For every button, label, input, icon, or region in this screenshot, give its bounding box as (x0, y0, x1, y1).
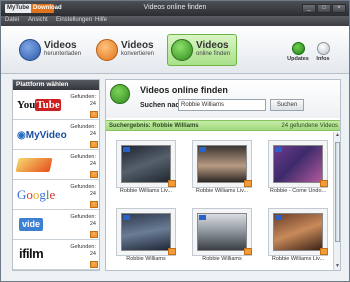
video-thumbnail (197, 145, 247, 183)
updates-label: Updates (287, 56, 309, 62)
video-caption: Robbie - Come Undo... (269, 188, 327, 194)
results-scrollbar[interactable]: ▲ ▼ (333, 132, 340, 270)
video-thumbnail (273, 145, 323, 183)
menu-settings[interactable]: Einstellungen (56, 17, 92, 23)
menu-view[interactable]: Ansicht (28, 17, 48, 23)
title-bar: MyTube Download Videos online finden _ □… (1, 1, 349, 16)
found-label: Gefunden: (70, 94, 96, 100)
video-thumbnail (197, 213, 247, 251)
toolbar: Videos herunterladen Videos konvertieren… (1, 26, 349, 74)
update-icon (291, 42, 305, 55)
info-label: Infos (316, 56, 330, 62)
platform-google[interactable]: Google Gefunden: 24 › (13, 180, 99, 210)
results-query: Suchergebnis: Robbie Williams (109, 123, 199, 129)
found-count: 24 (89, 221, 96, 227)
found-count: 24 (89, 251, 96, 257)
results-bar: Suchergebnis: Robbie Williams 24 gefunde… (106, 120, 340, 131)
convert-sublabel: konvertieren (121, 51, 155, 57)
video-item[interactable]: Robbie Williams (116, 208, 176, 268)
info-button[interactable]: Infos (310, 42, 336, 62)
download-icon (19, 39, 41, 61)
arrow-icon[interactable]: › (90, 261, 98, 268)
google-logo: Google (17, 187, 56, 202)
video-caption: Robbie Williams Liv... (271, 256, 325, 262)
video-caption: Robbie Williams (126, 256, 166, 262)
arrow-icon[interactable]: › (90, 141, 98, 148)
search-input[interactable]: Robbie Williams (178, 99, 266, 111)
scroll-down-icon[interactable]: ▼ (335, 263, 340, 270)
arrow-icon[interactable]: › (90, 111, 98, 118)
found-count: 24 (89, 131, 96, 137)
found-label: Gefunden: (70, 244, 96, 250)
download-videos-button[interactable]: Videos herunterladen (19, 34, 81, 66)
video-item[interactable]: Robbie Williams Liv... (192, 140, 252, 200)
found-label: Gefunden: (70, 124, 96, 130)
results-count: 24 gefundene Videos (281, 123, 338, 129)
video-thumbnail (273, 213, 323, 251)
arrow-icon[interactable] (168, 248, 176, 255)
found-count: 24 (89, 191, 96, 197)
find-videos-button[interactable]: Videos online finden (167, 34, 238, 66)
arrow-icon[interactable] (168, 180, 176, 187)
search-title: Videos online finden (140, 85, 228, 95)
app-window: MyTube Download Videos online finden _ □… (0, 0, 350, 282)
video-item[interactable]: Robbie Williams (192, 208, 252, 268)
window-title: Videos online finden (143, 4, 207, 11)
updates-button[interactable]: Updates (285, 42, 311, 62)
platform-youtube[interactable]: YouTube Gefunden: 24 › (13, 90, 99, 120)
ifilm-logo: ifilm (19, 246, 44, 261)
arrow-icon[interactable]: › (90, 171, 98, 178)
vide-logo: vide (19, 218, 44, 231)
convert-label: Videos (121, 40, 154, 51)
scroll-up-icon[interactable]: ▲ (335, 132, 340, 139)
arrow-icon[interactable] (244, 248, 252, 255)
found-label: Gefunden: (70, 154, 96, 160)
myvideo-logo: ◉MyVideo (17, 130, 67, 141)
download-sublabel: herunterladen (44, 51, 82, 57)
found-count: 24 (89, 101, 96, 107)
platform-panel: Plattform wählen YouTube Gefunden: 24 › ◉… (12, 79, 100, 271)
found-label: Gefunden: (70, 214, 96, 220)
video-item[interactable]: Robbie - Come Undo... (268, 140, 328, 200)
arrow-icon[interactable] (244, 180, 252, 187)
info-icon (316, 42, 330, 55)
arrow-icon[interactable] (320, 248, 328, 255)
search-icon (110, 84, 130, 104)
video-caption: Robbie Williams Liv... (119, 188, 173, 194)
search-button[interactable]: Suchen (270, 99, 304, 111)
find-label: Videos (196, 40, 229, 51)
close-button[interactable]: × (332, 4, 346, 13)
platform-clipfish[interactable]: Gefunden: 24 › (13, 150, 99, 180)
menu-file[interactable]: Datei (5, 17, 19, 23)
video-thumbnail (121, 213, 171, 251)
video-caption: Robbie Williams Liv... (195, 188, 249, 194)
maximize-button[interactable]: □ (317, 4, 331, 13)
platform-vide[interactable]: vide Gefunden: 24 › (13, 210, 99, 240)
search-icon (171, 39, 193, 61)
platform-header: Plattform wählen (13, 80, 99, 90)
arrow-icon[interactable] (320, 180, 328, 187)
minimize-button[interactable]: _ (302, 4, 316, 13)
video-item[interactable]: Robbie Williams Liv... (268, 208, 328, 268)
scroll-thumb[interactable] (335, 142, 340, 242)
video-item[interactable]: Robbie Williams Liv... (116, 140, 176, 200)
arrow-icon[interactable]: › (90, 231, 98, 238)
found-label: Gefunden: (70, 184, 96, 190)
convert-icon (96, 39, 118, 61)
platform-ifilm[interactable]: ifilm Gefunden: 24 › (13, 240, 99, 270)
download-label: Videos (44, 40, 77, 51)
platform-myvideo[interactable]: ◉MyVideo Gefunden: 24 › (13, 120, 99, 150)
video-caption: Robbie Williams (202, 256, 242, 262)
results-panel: Videos online finden Suchen nach: Robbie… (105, 79, 341, 271)
youtube-logo: YouTube (17, 99, 61, 111)
clipfish-logo (15, 158, 53, 172)
convert-videos-button[interactable]: Videos konvertieren (96, 34, 154, 66)
search-header: Videos online finden Suchen nach: Robbie… (106, 80, 340, 118)
found-count: 24 (89, 161, 96, 167)
find-sublabel: online finden (196, 51, 231, 57)
menu-help[interactable]: Hilfe (95, 17, 107, 23)
arrow-icon[interactable]: › (90, 201, 98, 208)
video-thumbnail (121, 145, 171, 183)
menu-bar: Datei Ansicht Einstellungen Hilfe (1, 16, 349, 26)
